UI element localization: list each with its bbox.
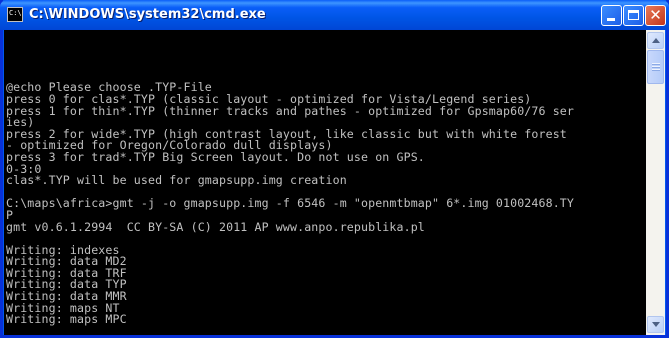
console-text: @echo Please choose .TYP-File press 0 fo… bbox=[4, 30, 646, 326]
console-line: gmt v0.6.1.2994 CC BY-SA (C) 2011 AP www… bbox=[6, 219, 425, 234]
vertical-scrollbar[interactable] bbox=[646, 30, 665, 335]
scroll-up-arrow-icon bbox=[652, 38, 660, 43]
console-line: Writing: maps MPC bbox=[6, 312, 127, 327]
console-line: press 1 for thin*.TYP (thinner tracks an… bbox=[6, 103, 575, 118]
maximize-icon bbox=[624, 6, 643, 25]
thumb-grip-line bbox=[652, 69, 660, 71]
thumb-grip-line bbox=[652, 63, 660, 65]
console-line: C:\maps\africa>gmt -j -o gmapsupp.img -f… bbox=[6, 196, 575, 211]
console-line: press 3 for trad*.TYP Big Screen layout.… bbox=[6, 149, 425, 164]
minimize-icon bbox=[602, 6, 621, 25]
scroll-down-arrow-icon bbox=[652, 322, 660, 327]
console-output[interactable]: @echo Please choose .TYP-File press 0 fo… bbox=[4, 30, 646, 335]
console-line: clas*.TYP will be used for gmapsupp.img … bbox=[6, 173, 347, 188]
scroll-up-button[interactable] bbox=[647, 32, 664, 49]
close-icon: ✕ bbox=[649, 6, 662, 24]
window-title: C:\WINDOWS\system32\cmd.exe bbox=[29, 7, 266, 22]
scroll-thumb[interactable] bbox=[647, 50, 664, 84]
title-bar[interactable]: C:\ C:\WINDOWS\system32\cmd.exe ✕ bbox=[0, 0, 669, 30]
cmd-icon-text: C:\ bbox=[9, 9, 22, 17]
maximize-button[interactable] bbox=[623, 5, 644, 26]
cmd-window: C:\ C:\WINDOWS\system32\cmd.exe ✕ @echo … bbox=[0, 0, 669, 338]
thumb-grip-line bbox=[652, 66, 660, 68]
minimize-button[interactable] bbox=[601, 5, 622, 26]
cmd-icon[interactable]: C:\ bbox=[7, 7, 23, 22]
scroll-down-button[interactable] bbox=[647, 316, 664, 333]
close-button[interactable]: ✕ bbox=[645, 5, 666, 26]
